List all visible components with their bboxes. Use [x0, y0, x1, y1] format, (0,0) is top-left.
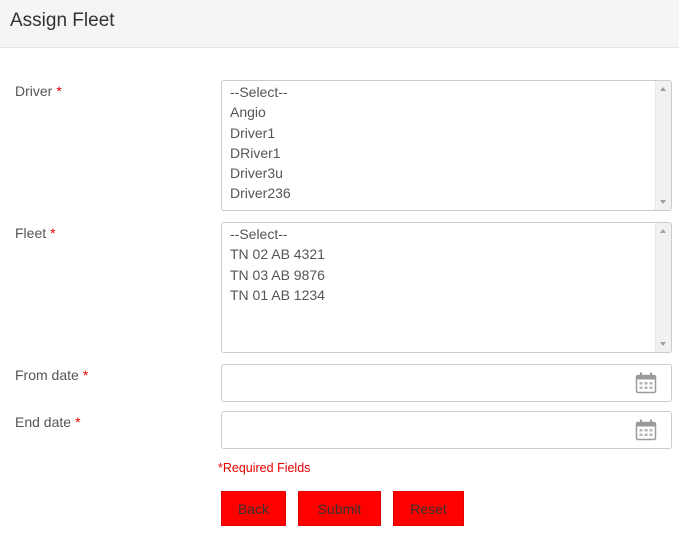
fleet-options: --Select-- TN 02 AB 4321 TN 03 AB 9876 T… [230, 224, 651, 305]
required-marker: * [75, 414, 81, 430]
calendar-icon[interactable] [635, 372, 657, 394]
fleet-scrollbar[interactable] [655, 223, 671, 352]
end-date-field [221, 411, 672, 449]
driver-option[interactable]: Driver236 [230, 183, 651, 203]
calendar-icon[interactable] [635, 419, 657, 441]
required-marker: * [50, 225, 56, 241]
driver-label-text: Driver [15, 83, 53, 99]
end-date-label: End date * [15, 414, 81, 430]
driver-option[interactable]: Driver3u [230, 163, 651, 183]
fleet-label: Fleet * [15, 225, 56, 241]
end-date-input[interactable] [222, 412, 638, 448]
driver-options: --Select-- Angio Driver1 DRiver1 Driver3… [230, 82, 651, 204]
required-marker: * [56, 83, 62, 99]
end-date-label-text: End date [15, 414, 72, 430]
reset-button[interactable]: Reset [393, 491, 464, 526]
fleet-option[interactable]: TN 02 AB 4321 [230, 244, 651, 264]
required-marker: * [82, 367, 89, 383]
submit-button[interactable]: Submit [298, 491, 381, 526]
driver-option[interactable]: --Select-- [230, 82, 651, 102]
from-date-input[interactable] [222, 365, 638, 401]
driver-option[interactable]: Angio [230, 102, 651, 122]
from-date-label: From date * [15, 367, 88, 383]
driver-listbox[interactable]: --Select-- Angio Driver1 DRiver1 Driver3… [221, 80, 672, 211]
required-fields-note: *Required Fields [218, 461, 311, 475]
fleet-option[interactable]: --Select-- [230, 224, 651, 244]
scroll-up-icon[interactable] [660, 87, 666, 91]
from-date-field [221, 364, 672, 402]
driver-scrollbar[interactable] [655, 81, 671, 210]
driver-option[interactable]: Driver1 [230, 123, 651, 143]
page-title: Assign Fleet [10, 10, 115, 31]
fleet-option[interactable]: TN 03 AB 9876 [230, 265, 651, 285]
fleet-listbox[interactable]: --Select-- TN 02 AB 4321 TN 03 AB 9876 T… [221, 222, 672, 353]
scroll-up-icon[interactable] [660, 229, 666, 233]
page-header: Assign Fleet [0, 0, 679, 48]
fleet-label-text: Fleet [15, 225, 47, 241]
back-button[interactable]: Back [221, 491, 286, 526]
driver-option[interactable]: DRiver1 [230, 143, 651, 163]
from-date-label-text: From date [15, 367, 79, 383]
driver-label: Driver * [15, 83, 62, 99]
scroll-down-icon[interactable] [660, 342, 666, 346]
fleet-option[interactable]: TN 01 AB 1234 [230, 285, 651, 305]
scroll-down-icon[interactable] [660, 200, 666, 204]
